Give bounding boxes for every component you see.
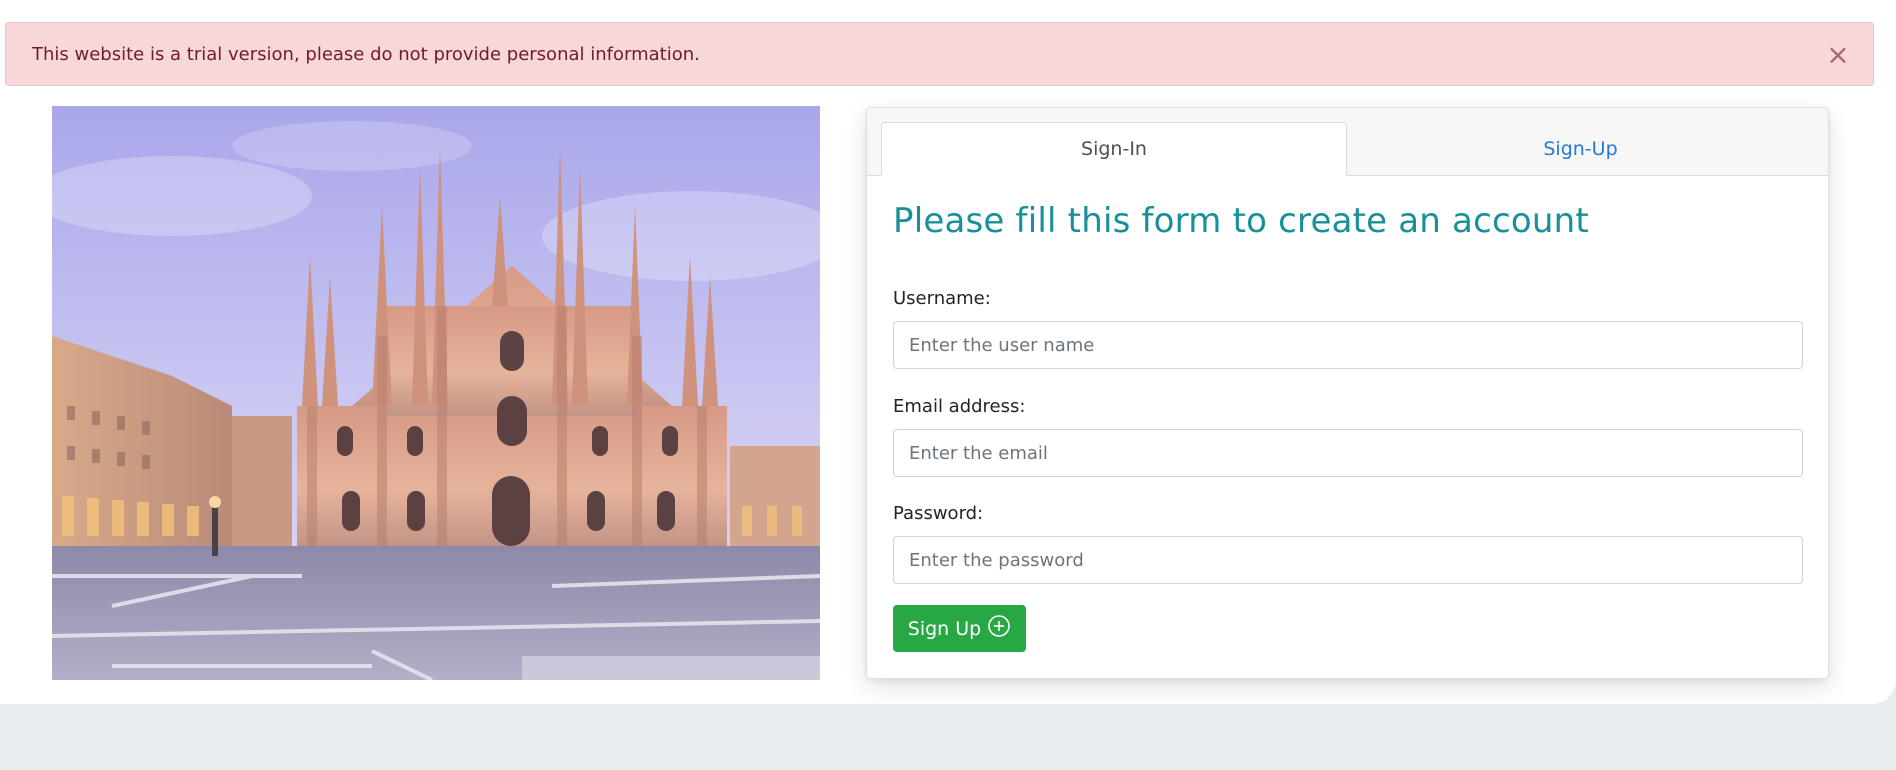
auth-card: Sign-In Sign-Up Please fill this form to… (866, 107, 1829, 679)
username-input[interactable] (893, 321, 1803, 369)
email-label: Email address: (893, 396, 1026, 417)
cathedral-image (52, 106, 820, 680)
auth-tabs: Sign-In Sign-Up (867, 108, 1828, 176)
form-title: Please fill this form to create an accou… (893, 201, 1589, 241)
password-input[interactable] (893, 536, 1803, 584)
tab-sign-in[interactable]: Sign-In (881, 122, 1347, 176)
tab-sign-up[interactable]: Sign-Up (1347, 122, 1814, 176)
alert-message: This website is a trial version, please … (32, 43, 700, 65)
trial-alert: This website is a trial version, please … (5, 22, 1874, 86)
email-input[interactable] (893, 429, 1803, 477)
password-label: Password: (893, 503, 984, 524)
cathedral-illustration (52, 106, 820, 680)
close-icon[interactable]: × (1821, 37, 1855, 71)
sign-up-button[interactable]: Sign Up (893, 605, 1026, 652)
username-label: Username: (893, 288, 991, 309)
sign-up-label: Sign Up (907, 617, 982, 640)
plus-circle-icon (987, 614, 1011, 643)
page-container: This website is a trial version, please … (0, 0, 1896, 704)
